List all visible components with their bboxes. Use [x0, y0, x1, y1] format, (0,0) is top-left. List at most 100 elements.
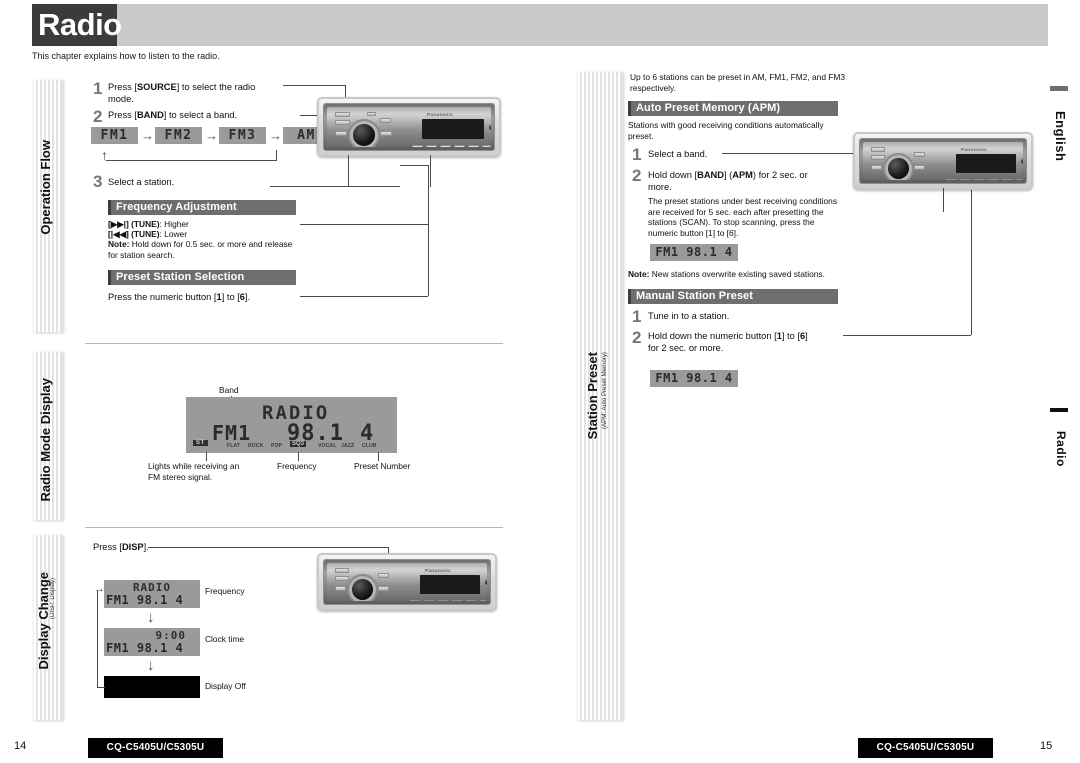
- unit-dc-source-button[interactable]: [335, 568, 349, 573]
- apm-step-2-text: Hold down [BAND] (APM) for 2 sec. or mor…: [648, 170, 848, 193]
- band-loop-line-right: [276, 150, 277, 161]
- unit-volume-knob[interactable]: [353, 124, 375, 146]
- unit-left-button[interactable]: [335, 131, 347, 136]
- unit-dc-eject-knob[interactable]: [484, 579, 487, 586]
- apm-step2-line2: more.: [648, 181, 672, 192]
- unit-dc-disp-button[interactable]: [378, 573, 389, 578]
- dc-intro-pre: Press [: [93, 542, 122, 552]
- preset-body-mid: ] to [: [221, 292, 240, 302]
- stereo-unit-sp-face: Panasonic: [863, 142, 1023, 180]
- apm-step-1-text: Select a band.: [648, 149, 708, 159]
- section-auto-preset-memory: Auto Preset Memory (APM): [628, 101, 838, 116]
- unit-preset-button-1[interactable]: [412, 145, 423, 147]
- unit-preset-button-5[interactable]: [468, 145, 479, 147]
- callout-stereo-line1: Lights while receiving an: [148, 461, 240, 471]
- unit-source-button[interactable]: [335, 112, 350, 117]
- display-step-1-bottom: FM1 98.1 4: [106, 593, 184, 607]
- step-2-bold: BAND: [136, 110, 164, 120]
- step-1-number: 1: [93, 79, 103, 98]
- band-chip-fm1: FM1: [91, 127, 138, 144]
- unit-sp-preset-button-4[interactable]: [988, 179, 999, 180]
- leader-manual-step2-v: [971, 188, 972, 335]
- unit-sp-preset-button-6[interactable]: [1016, 179, 1023, 180]
- unit-sp-band-button[interactable]: [871, 155, 885, 160]
- radio-mode-lcd: RADIO FM1 98.1 4 ST FLAT ROCK POP SQ3 VO…: [186, 397, 397, 453]
- lcd-eq-jazz: JAZZ: [341, 443, 355, 449]
- unit-dc-preset-button-6[interactable]: [480, 600, 487, 601]
- apm-desc-line2: preset.: [628, 130, 654, 141]
- stereo-unit-station-preset: Panasonic: [853, 132, 1033, 190]
- unit-dc-volume-knob[interactable]: [352, 579, 373, 600]
- unit-disp-button[interactable]: [380, 118, 391, 123]
- freq-note-line2: for station search.: [108, 249, 175, 260]
- display-step-2-bottom: FM1 98.1 4: [106, 641, 184, 655]
- unit-dc-left-button[interactable]: [335, 586, 346, 591]
- band-chip-fm3: FM3: [219, 127, 266, 144]
- manual-display: FM1 98.1 4: [650, 370, 738, 387]
- lcd-band: FM1: [212, 421, 252, 445]
- unit-sp-left-button[interactable]: [871, 165, 882, 170]
- leader-apm-step1: [722, 153, 870, 154]
- display-step-1: RADIO FM1 98.1 4: [104, 580, 200, 608]
- apm-desc-line1: Stations with good receiving conditions …: [628, 120, 824, 130]
- unit-sp-volume-knob[interactable]: [888, 158, 909, 179]
- lcd-eq-flat: FLAT: [227, 443, 241, 449]
- unit-sp-right-button[interactable]: [914, 165, 925, 170]
- apm-note: Note: New stations overwrite existing sa…: [628, 269, 868, 280]
- callout-stereo-line: [206, 452, 207, 461]
- step-2-pre: Press [: [108, 110, 137, 120]
- apm-step2-post: ) for 2 sec. or: [752, 170, 808, 180]
- preset-station-body: Press the numeric button [1] to [6].: [108, 292, 328, 304]
- band-arrow-1: →: [141, 128, 154, 143]
- dc-intro-bold: DISP: [121, 542, 144, 552]
- callout-band-label: Band: [219, 385, 239, 395]
- unit-dc-preset-button-2[interactable]: [424, 600, 435, 601]
- header-band: [32, 4, 1048, 46]
- divider-operation-flow: [85, 343, 503, 344]
- unit-sp-eject-knob[interactable]: [1020, 158, 1023, 165]
- unit-sp-brand-label: Panasonic: [961, 147, 988, 152]
- unit-sp-preset-button-2[interactable]: [960, 179, 971, 180]
- leader-freq-v: [428, 165, 429, 225]
- unit-preset-button-6[interactable]: [482, 145, 491, 147]
- unit-dc-preset-button-3[interactable]: [438, 600, 449, 601]
- unit-sp-preset-button-3[interactable]: [974, 179, 985, 180]
- unit-eject-knob[interactable]: [488, 124, 491, 131]
- step-2-number: 2: [93, 107, 103, 126]
- unit-sp-preset-button-1[interactable]: [946, 179, 957, 180]
- unit-dc-preset-button-5[interactable]: [466, 600, 477, 601]
- freq-line-1-rest: : Higher: [159, 219, 189, 229]
- unit-sp-preset-button-5[interactable]: [1002, 179, 1013, 180]
- freq-line-2-bold: [|◀◀] (TUNE): [108, 229, 160, 239]
- unit-band-button[interactable]: [335, 120, 350, 125]
- apm-step2-pre: Hold down [: [648, 170, 698, 180]
- unit-presets-stem: [430, 155, 431, 187]
- unit-preset-button-4[interactable]: [454, 145, 465, 147]
- side-tab-radio: Radio: [1050, 408, 1068, 480]
- stereo-unit-dc-face: Panasonic: [327, 563, 487, 601]
- unit-sp-disp-button[interactable]: [914, 152, 925, 157]
- apm-step2-mid: ] (: [723, 170, 733, 180]
- unit-preset-button-2[interactable]: [426, 145, 437, 147]
- manual-step-2-number: 2: [632, 328, 642, 347]
- stereo-unit-face: Panasonic: [327, 107, 491, 147]
- unit-dc-right-button[interactable]: [378, 586, 389, 591]
- step-2-post: ] to select a band.: [163, 110, 238, 120]
- manual-step2-post: ]: [805, 331, 808, 341]
- unit-sp-source-button[interactable]: [871, 147, 885, 152]
- display-step-1-label: Frequency: [205, 586, 245, 596]
- unit-right-button[interactable]: [380, 131, 392, 136]
- unit-mute-button[interactable]: [367, 112, 376, 116]
- unit-dc-preset-button-1[interactable]: [410, 600, 421, 601]
- unit-dc-band-button[interactable]: [335, 576, 349, 581]
- step-2-text: Press [BAND] to select a band.: [108, 110, 303, 122]
- display-change-intro: Press [DISP].: [93, 542, 149, 554]
- lcd-eq-pop: POP: [271, 443, 283, 449]
- manual-step-2-text: Hold down the numeric button [1] to [6] …: [648, 331, 858, 354]
- leader-presetsel-v: [428, 225, 429, 296]
- unit-preset-button-3[interactable]: [440, 145, 451, 147]
- unit-dc-preset-button-4[interactable]: [452, 600, 463, 601]
- step-3-number: 3: [93, 172, 103, 191]
- stereo-unit-operation: Panasonic: [317, 97, 501, 157]
- lcd-sq-indicator: SQ3: [290, 441, 307, 447]
